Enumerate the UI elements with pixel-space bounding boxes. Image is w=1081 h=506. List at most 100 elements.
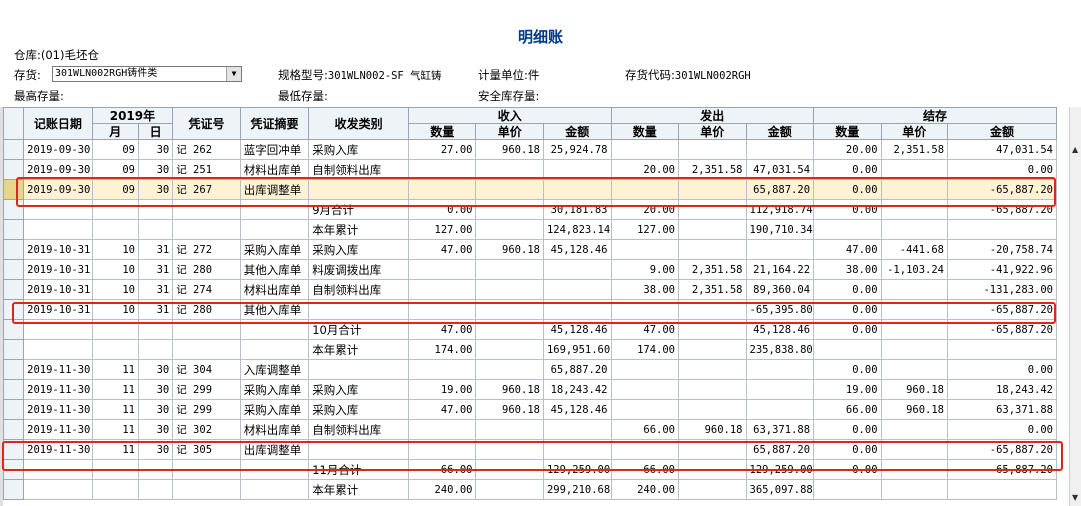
cell-date: 2019-10-31 — [23, 259, 93, 280]
cell-day: 30 — [137, 359, 174, 380]
cell-balance-amount: 0.00 — [947, 359, 1057, 380]
chevron-down-icon[interactable]: ▼ — [226, 67, 241, 81]
table-row[interactable]: 2019-11-30 11 30 记 299 采购入库单 采购入库 19.00 960.18 1… — [3, 379, 1057, 400]
cell-in-qty — [407, 279, 477, 300]
row-header[interactable] — [3, 419, 25, 440]
header-year[interactable]: 2019年 — [91, 107, 174, 124]
header-balance-price[interactable]: 单价 — [880, 123, 949, 140]
cell-out-amount — [745, 399, 815, 420]
cell-in-price: 960.18 — [475, 379, 544, 400]
cell-voucher — [172, 219, 241, 240]
cell-in-price — [475, 219, 544, 240]
cell-out-qty: 66.00 — [610, 419, 679, 440]
cell-in-price — [475, 419, 544, 440]
cell-voucher: 记 299 — [172, 399, 241, 420]
min-stock-label: 最低存量: — [278, 89, 328, 103]
cell-month — [91, 219, 139, 240]
table-row[interactable]: 本年累计 127.00 124,823.14 127.00 190,710.34 — [3, 219, 1057, 240]
scroll-down-icon[interactable]: ▼ — [1072, 493, 1078, 502]
header-date[interactable]: 记账日期 — [23, 107, 93, 140]
table-row[interactable]: 2019-10-31 10 31 记 280 其他入库单 料废调拨出库 9.00 2,351.… — [3, 259, 1057, 280]
header-in-price[interactable]: 单价 — [475, 123, 544, 140]
cell-in-qty: 174.00 — [407, 339, 477, 360]
table-row[interactable]: 本年累计 240.00 299,210.68 240.00 365,097.88 — [3, 479, 1057, 500]
header-summary[interactable]: 凭证摘要 — [239, 107, 310, 140]
warehouse-value: (01)毛坯仓 — [40, 48, 99, 62]
cell-category: 本年累计 — [308, 479, 409, 500]
header-category[interactable]: 收发类别 — [308, 107, 409, 140]
header-out-amount[interactable]: 金额 — [745, 123, 815, 140]
row-header[interactable] — [3, 239, 25, 260]
table-row[interactable]: 2019-10-31 10 31 记 272 采购入库单 采购入库 47.00 960.18 4… — [3, 239, 1057, 260]
cell-out-amount: 89,360.04 — [745, 279, 815, 300]
cell-balance-price: 960.18 — [880, 379, 949, 400]
cell-in-price — [475, 339, 544, 360]
vertical-scrollbar[interactable]: ▲ ▼ — [1069, 107, 1081, 506]
header-balance-amount[interactable]: 金额 — [947, 123, 1057, 140]
scroll-up-icon[interactable]: ▲ — [1072, 145, 1078, 154]
row-header[interactable] — [3, 259, 25, 280]
cell-category: 采购入库 — [308, 239, 409, 260]
cell-balance-qty: 19.00 — [813, 379, 882, 400]
cell-day — [137, 339, 174, 360]
table-row[interactable]: 2019-09-30 09 30 记 262 蓝字回冲单 采购入库 27.00 960.18 2… — [3, 139, 1057, 160]
inventory-select[interactable]: 301WLN002RGH铸件类 ▼ — [52, 66, 242, 82]
cell-out-price — [678, 359, 747, 380]
header-in-qty[interactable]: 数量 — [407, 123, 477, 140]
unit-info: 计量单位:件 — [478, 67, 539, 83]
max-stock-label: 最高存量: — [14, 89, 64, 103]
header-corner — [3, 107, 25, 140]
cell-summary: 采购入库单 — [239, 379, 310, 400]
code-label: 存货代码: — [625, 68, 675, 82]
cell-balance-price — [880, 419, 949, 440]
row-header[interactable] — [3, 219, 25, 240]
cell-in-qty: 47.00 — [407, 239, 477, 260]
cell-month — [91, 479, 139, 500]
header-out[interactable]: 发出 — [610, 107, 815, 124]
header-balance[interactable]: 结存 — [813, 107, 1057, 124]
row-header[interactable] — [3, 399, 25, 420]
header-in[interactable]: 收入 — [407, 107, 612, 124]
table-row[interactable]: 本年累计 174.00 169,951.60 174.00 235,838.80 — [3, 339, 1057, 360]
cell-summary: 材料出库单 — [239, 419, 310, 440]
row-header[interactable] — [3, 359, 25, 380]
header-voucher[interactable]: 凭证号 — [172, 107, 241, 140]
cell-summary — [239, 479, 310, 500]
cell-date: 2019-09-30 — [23, 139, 93, 160]
header-out-qty[interactable]: 数量 — [610, 123, 679, 140]
cell-out-price — [678, 379, 747, 400]
page-title: 明细账 — [517, 28, 563, 46]
row-header[interactable] — [3, 279, 25, 300]
cell-in-amount: 299,210.68 — [542, 479, 612, 500]
row-header[interactable] — [3, 139, 25, 160]
cell-out-amount — [745, 359, 815, 380]
cell-balance-price — [880, 279, 949, 300]
cell-voucher: 记 280 — [172, 259, 241, 280]
cell-date: 2019-11-30 — [23, 359, 93, 380]
cell-out-qty — [610, 399, 679, 420]
cell-out-amount — [745, 139, 815, 160]
cell-out-price — [678, 399, 747, 420]
header-month[interactable]: 月 — [91, 123, 139, 140]
highlight-box — [2, 441, 1063, 471]
cell-category: 料废调拨出库 — [308, 259, 409, 280]
header-in-amount[interactable]: 金额 — [542, 123, 612, 140]
header-balance-qty[interactable]: 数量 — [813, 123, 882, 140]
table-row[interactable]: 2019-11-30 11 30 记 304 入库调整单 65,887.20 0.00 0.0… — [3, 359, 1057, 380]
cell-balance-price: 960.18 — [880, 399, 949, 420]
cell-in-price — [475, 259, 544, 280]
cell-balance-amount: 63,371.88 — [947, 399, 1057, 420]
table-row[interactable]: 2019-11-30 11 30 记 299 采购入库单 采购入库 47.00 960.18 4… — [3, 399, 1057, 420]
table-header: 记账日期 2019年 凭证号 凭证摘要 收发类别 收入 发出 结存 月 日 数量… — [3, 107, 1057, 140]
table-row[interactable]: 2019-11-30 11 30 记 302 材料出库单 自制领料出库 66.00 960.1… — [3, 419, 1057, 440]
row-header[interactable] — [3, 339, 25, 360]
row-header[interactable] — [3, 379, 25, 400]
cell-summary: 其他入库单 — [239, 259, 310, 280]
header-day[interactable]: 日 — [137, 123, 174, 140]
row-header[interactable] — [3, 479, 25, 500]
table-row[interactable]: 2019-10-31 10 31 记 274 材料出库单 自制领料出库 38.00 2,351… — [3, 279, 1057, 300]
cell-in-price — [475, 479, 544, 500]
cell-category: 自制领料出库 — [308, 279, 409, 300]
spec-label: 规格型号: — [278, 68, 328, 82]
header-out-price[interactable]: 单价 — [678, 123, 747, 140]
